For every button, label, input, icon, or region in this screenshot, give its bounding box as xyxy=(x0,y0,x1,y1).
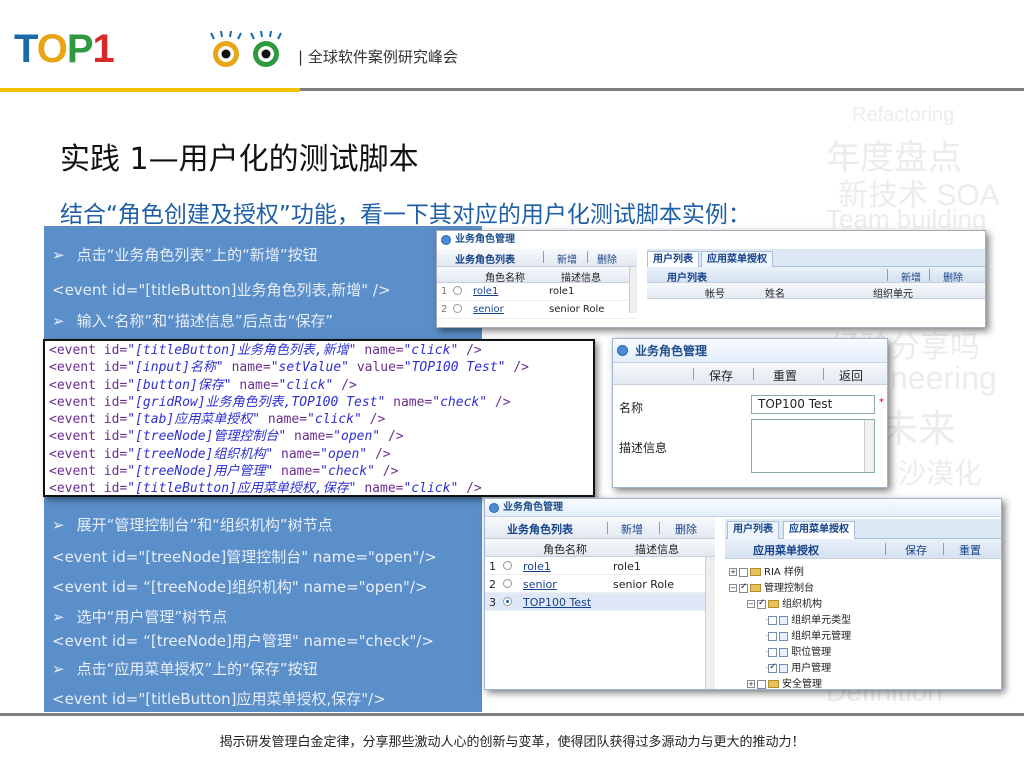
slide-title: 实践 1—用户化的测试脚本 xyxy=(60,142,419,177)
panel-icon xyxy=(489,503,499,513)
tab-bar: 用户列表 应用菜单授权 xyxy=(647,249,985,267)
code-line: <event id="[treeNode]用户管理" name="check" … xyxy=(49,464,399,480)
step-4-event: <event id= “[treeNode]用户管理" name="check"… xyxy=(52,632,434,650)
name-label: 名称 xyxy=(619,401,644,415)
user-list-section: 用户列表 应用菜单授权 用户列表 新增 删除 帐号 姓名 组织单元 xyxy=(647,249,985,300)
step-4: ➢ 选中“用户管理”树节点 xyxy=(52,608,228,626)
scrollbar[interactable] xyxy=(705,557,715,689)
tree-node-console[interactable]: −管理控制台 xyxy=(729,579,814,594)
role-mgmt-panel-top: 业务角色管理 业务角色列表 新增 删除 角色名称 描述信息 1 role1 role… xyxy=(436,230,986,328)
code-sample: <event id="[titleButton]业务角色列表,新增" name=… xyxy=(43,339,595,497)
reset-button[interactable]: 重置 xyxy=(773,367,797,384)
user-delete-button[interactable]: 删除 xyxy=(943,269,963,284)
save-button[interactable]: 保存 xyxy=(709,367,733,384)
role-list-section: 业务角色列表 新增 删除 角色名称 描述信息 1 role1 role1 2 seni… xyxy=(485,517,715,689)
step-3-event-b: <event id= “[treeNode]组织机构" name="open"/… xyxy=(52,578,428,596)
step-1: ➢ 点击“业务角色列表”上的“新增”按钮 xyxy=(52,246,318,264)
desc-textarea[interactable] xyxy=(751,419,875,473)
panel-title: 业务角色管理 xyxy=(437,231,637,249)
table-row[interactable]: 2 senior senior Role xyxy=(485,575,715,593)
user-grid-header: 帐号 姓名 组织单元 xyxy=(647,283,985,300)
role-list-toolbar: 业务角色列表 新增 删除 xyxy=(437,249,637,267)
scrollbar[interactable] xyxy=(629,267,637,313)
code-line: <event id="[titleButton]应用菜单授权,保存" name=… xyxy=(49,481,482,497)
menu-auth-section: 用户列表 应用菜单授权 应用菜单授权 保存 重置 +RIA 样例 −管理控制台 … xyxy=(725,519,1001,689)
panel-title: 业务角色管理 xyxy=(613,339,887,363)
panel-icon xyxy=(617,345,628,356)
step-3-event-a: <event id="[treeNode]管理控制台" name="open"/… xyxy=(52,548,437,566)
scrollbar[interactable] xyxy=(864,420,874,472)
back-button[interactable]: 返回 xyxy=(839,367,863,384)
header-bar-grey xyxy=(300,88,1024,91)
table-row[interactable]: 2 senior senior Role xyxy=(437,301,637,319)
role-list-title: 业务角色列表 xyxy=(507,523,573,536)
delete-button[interactable]: 删除 xyxy=(675,521,697,537)
menu-reset-button[interactable]: 重置 xyxy=(959,542,981,558)
code-line: <event id="[button]保存" name="click" /> xyxy=(49,377,357,393)
menu-save-button[interactable]: 保存 xyxy=(905,542,927,558)
name-input[interactable]: TOP100 Test xyxy=(751,395,875,414)
table-row[interactable]: 1 role1 role1 xyxy=(437,283,637,301)
step-2: ➢ 输入“名称”和“描述信息”后点击“保存” xyxy=(52,312,334,330)
form-toolbar: 保存 重置 返回 xyxy=(613,363,887,385)
tab-user-list[interactable]: 用户列表 xyxy=(727,521,779,539)
required-mark: * xyxy=(879,397,884,408)
tree-node-user-mgmt[interactable]: ⋅用户管理 xyxy=(765,659,831,675)
role-list-toolbar: 业务角色列表 新增 删除 xyxy=(485,517,715,539)
code-line: <event id="[input]名称" name="setValue" va… xyxy=(49,360,530,376)
tree-node-ria[interactable]: + RIA 样例 xyxy=(729,563,804,578)
role-mgmt-panel-bottom: 业务角色管理 业务角色列表 新增 删除 角色名称 描述信息 1 role1 role… xyxy=(484,498,1002,690)
tab-menu-auth[interactable]: 应用菜单授权 xyxy=(701,251,773,267)
panel-title: 业务角色管理 xyxy=(485,499,1001,517)
role-list-section: 业务角色列表 新增 删除 角色名称 描述信息 1 role1 role1 2 seni… xyxy=(437,249,637,319)
user-add-button[interactable]: 新增 xyxy=(901,269,921,284)
delete-button[interactable]: 删除 xyxy=(597,251,617,266)
role-list-title: 业务角色列表 xyxy=(455,255,515,266)
step-1-event: <event id="[titleButton]业务角色列表,新增" /> xyxy=(52,281,391,299)
tree-node-security[interactable]: + 安全管理 xyxy=(747,675,822,689)
user-list-toolbar: 用户列表 新增 删除 xyxy=(647,267,985,284)
step-5-event: <event id="[titleButton]应用菜单授权,保存"/> xyxy=(52,690,386,708)
header-bar-yellow xyxy=(0,88,300,92)
desc-label: 描述信息 xyxy=(619,441,668,455)
table-row-selected[interactable]: 3 TOP100 Test xyxy=(485,593,715,611)
add-button[interactable]: 新增 xyxy=(621,521,643,537)
code-line: <event id="[tab]应用菜单授权" name="click" /> xyxy=(49,412,386,428)
role-grid-header: 角色名称 描述信息 xyxy=(485,539,715,557)
add-button[interactable]: 新增 xyxy=(557,251,577,266)
tree-node-org[interactable]: −组织机构 xyxy=(747,595,822,610)
step-3: ➢ 展开“管理控制台”和“组织机构”树节点 xyxy=(52,516,333,534)
code-line: <event id="[gridRow]业务角色列表,TOP100 Test" … xyxy=(49,394,511,410)
footer-text: 揭示研发管理白金定律，分享那些激动人心的创新与变革，使得团队获得过多源动力与更大… xyxy=(219,735,805,750)
tab-menu-auth[interactable]: 应用菜单授权 xyxy=(783,521,855,539)
tab-bar: 用户列表 应用菜单授权 xyxy=(725,519,1001,539)
panel-icon xyxy=(441,235,451,245)
top1-logo: TOP1 xyxy=(14,24,294,74)
conference-subtitle: | 全球软件案例研究峰会 xyxy=(298,48,458,66)
code-line: <event id="[titleButton]业务角色列表,新增" name=… xyxy=(49,343,482,358)
tree-node-org-unit-mgmt[interactable]: ⋅ 组织单元管理 xyxy=(765,627,851,642)
step-5: ➢ 点击“应用菜单授权”上的“保存”按钮 xyxy=(52,660,318,678)
logo-eyes-icon xyxy=(210,30,282,67)
tree-node-org-unit-type[interactable]: ⋅ 组织单元类型 xyxy=(765,611,851,626)
slide-lead: 结合“角色创建及授权”功能，看一下其对应的用户化测试脚本实例： xyxy=(60,202,751,228)
menu-auth-toolbar: 应用菜单授权 保存 重置 xyxy=(725,539,1001,559)
footer-line xyxy=(0,713,1024,716)
code-line: <event id="[treeNode]管理控制台" name="open" … xyxy=(49,429,404,445)
table-row[interactable]: 1 role1 role1 xyxy=(485,557,715,575)
role-grid-header: 角色名称 描述信息 xyxy=(437,267,637,284)
tree-node-position-mgmt[interactable]: ⋅ 职位管理 xyxy=(765,643,831,658)
role-edit-panel: 业务角色管理 保存 重置 返回 名称 TOP100 Test * 描述信息 xyxy=(612,338,888,488)
code-line: <event id="[treeNode]组织机构" name="open" /… xyxy=(49,446,391,462)
tab-user-list[interactable]: 用户列表 xyxy=(647,251,699,267)
